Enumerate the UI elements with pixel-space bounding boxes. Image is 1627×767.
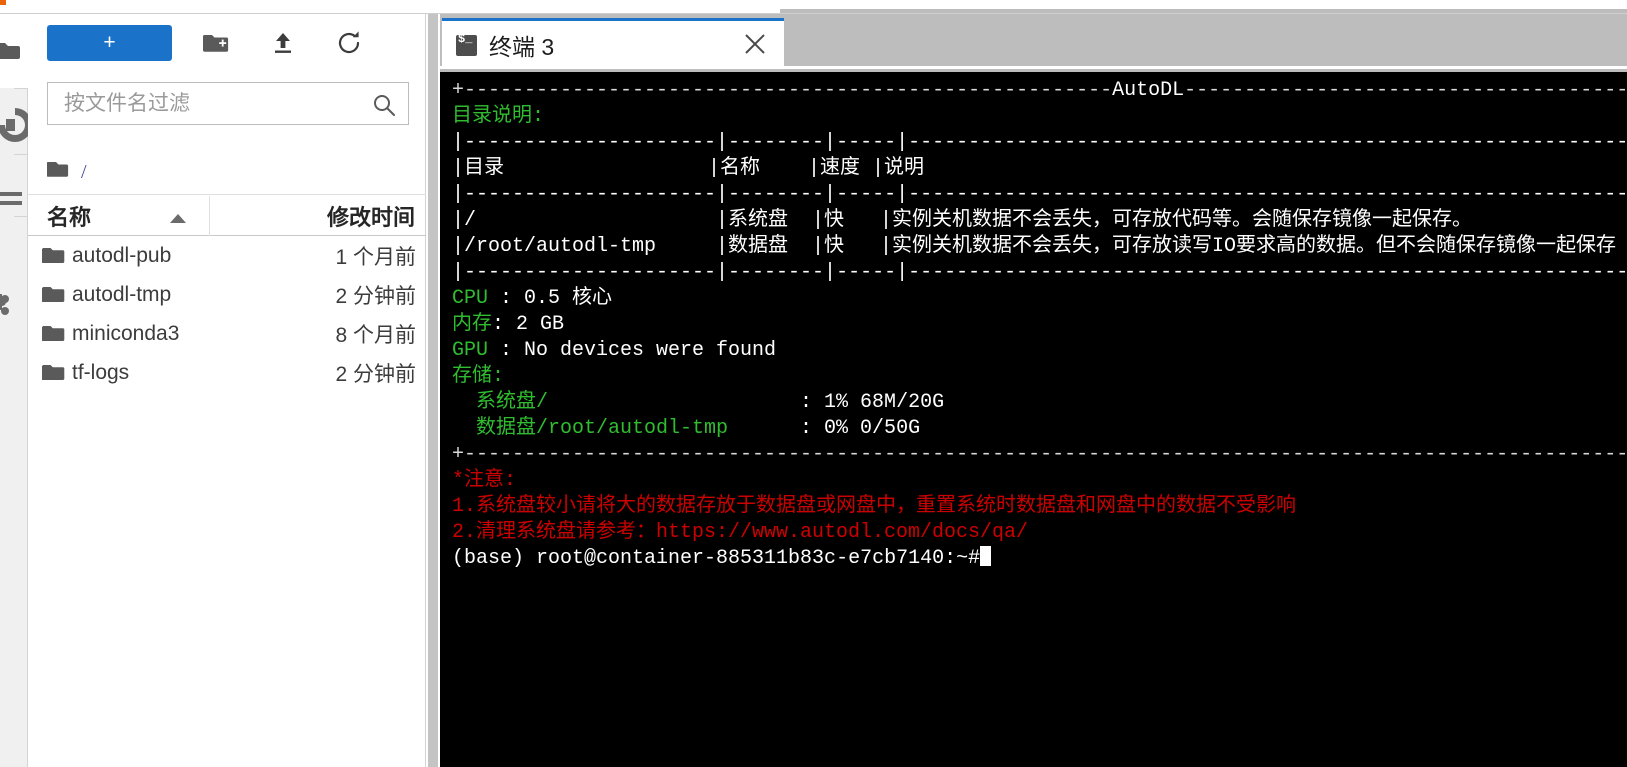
dock-tab-bar: 终端 3 [440,14,1627,69]
tab-bar-underline [440,66,1627,69]
terminal-line: 存储: [452,365,505,388]
terminal-line: +---------------------------------------… [452,79,1627,102]
terminal-line: 目录说明: [452,105,545,128]
file-list-item[interactable]: miniconda3 8 个月前 [28,314,426,353]
terminal-line: 内存: 2 GB [452,313,565,336]
terminal-line: CPU : 0.5 核心 [452,287,613,310]
terminal-line: |---------------------|--------|-----|--… [452,183,1627,206]
folder-icon [28,363,72,382]
sidebar-splitter[interactable] [426,14,440,767]
folder-icon [28,285,72,304]
terminal-line: GPU : No devices were found [452,339,777,362]
terminal-line: |目录 |名称 |速度 |说明 | [452,157,925,180]
file-list-header: 名称 修改时间 [28,195,426,236]
refresh-file-list-button[interactable] [334,30,364,58]
browser-chrome-strip [0,0,1627,14]
terminal-line: |/ |系统盘 |快 |实例关机数据不会丢失，可存放代码等。会随保存镜像一起保存… [452,209,1627,232]
terminal-line: +---------------------------------------… [452,443,1627,466]
terminal-line: (base) root@container-885311b83c-e7cb714… [452,546,1627,572]
activity-bar-divider-3 [14,216,28,217]
jupyterlab-window: + 按文件名过滤 / 名称 修改时间 autodl-pub 1 个月前 auto… [0,0,1627,767]
upload-files-button[interactable] [268,30,298,58]
terminal-line: 系统盘/ : 1% 68M/20G [452,391,945,414]
file-list-item-modified: 8 个月前 [335,323,416,347]
file-list-item-name: miniconda3 [72,321,180,345]
terminal-line: |/root/autodl-tmp |数据盘 |快 |实例关机数据不会丢失，可存… [452,235,1627,258]
caret-up-icon [169,211,187,229]
refresh-icon [336,30,362,59]
sidebar-item-file-browser[interactable] [0,28,28,74]
column-header-last-modified-label: 修改时间 [326,204,415,230]
terminal-3-surface[interactable]: +---------------------------------------… [440,72,1627,767]
terminal-output: +---------------------------------------… [452,78,1627,767]
folder-icon [28,324,72,343]
file-filter-input[interactable] [48,83,368,124]
column-header-last-modified[interactable]: 修改时间 [210,196,425,236]
breadcrumb[interactable]: / [28,151,426,195]
main-dock-area: 终端 3 +----------------------------------… [440,14,1627,767]
file-list-item-name: autodl-tmp [72,282,172,306]
tab-terminal-3-label: 终端 3 [489,34,555,60]
terminal-line: 数据盘/root/autodl-tmp : 0% 0/50G [452,417,921,440]
upload-icon [271,31,295,58]
terminal-line: |---------------------|--------|-----|--… [452,131,1627,154]
search-icon [372,93,396,122]
file-list-item-name: tf-logs [72,360,130,384]
column-header-name-label: 名称 [47,204,92,230]
terminal-icon [456,32,477,56]
new-folder-button[interactable] [201,30,231,58]
terminal-line: 1.系统盘较小请将大的数据存放于数据盘或网盘中，重置系统时数据盘和网盘中的数据不… [452,495,1297,518]
file-list-item-modified: 2 分钟前 [335,284,416,308]
terminal-line: 2.清理系统盘请参考：https://www.autodl.com/docs/q… [452,521,1029,544]
file-list-item-name: autodl-pub [72,243,172,267]
new-launcher-button[interactable]: + [47,25,172,61]
sidebar-item-running-terminals[interactable] [0,102,28,148]
file-browser-toolbar: + [28,14,426,76]
file-list-item[interactable]: autodl-tmp 2 分钟前 [28,275,426,314]
file-filter-container [47,82,409,125]
file-list-item[interactable]: autodl-pub 1 个月前 [28,236,426,275]
new-folder-icon [202,32,229,57]
puzzle-icon [0,288,28,322]
terminal-line: *注意: [452,469,517,492]
activity-bar [0,14,28,767]
activity-bar-divider-2 [14,154,28,155]
file-list-item-modified: 1 个月前 [335,245,416,269]
folder-icon [46,160,73,185]
folder-icon [0,38,28,64]
splitter-handle[interactable] [428,14,438,767]
running-icon [0,108,28,142]
sidebar-item-extension-manager[interactable] [0,282,28,328]
activity-bar-divider-1 [14,88,28,89]
file-list-item[interactable]: tf-logs 2 分钟前 [28,353,426,392]
file-list: autodl-pub 1 个月前 autodl-tmp 2 分钟前 miniconda3… [28,236,426,392]
breadcrumb-root-path[interactable]: / [81,161,87,184]
browser-tab-accent [0,0,6,5]
tab-terminal-3[interactable]: 终端 3 [442,18,784,69]
folder-icon [28,246,72,265]
close-icon[interactable] [742,31,768,57]
list-icon [0,187,28,211]
file-browser-panel: + 按文件名过滤 / 名称 修改时间 autodl-pub 1 个月前 auto… [28,14,426,767]
terminal-line: |---------------------|--------|-----|--… [452,261,1627,284]
terminal-cursor [980,546,992,566]
column-header-name[interactable]: 名称 [28,195,210,236]
file-list-item-modified: 2 分钟前 [335,362,416,386]
